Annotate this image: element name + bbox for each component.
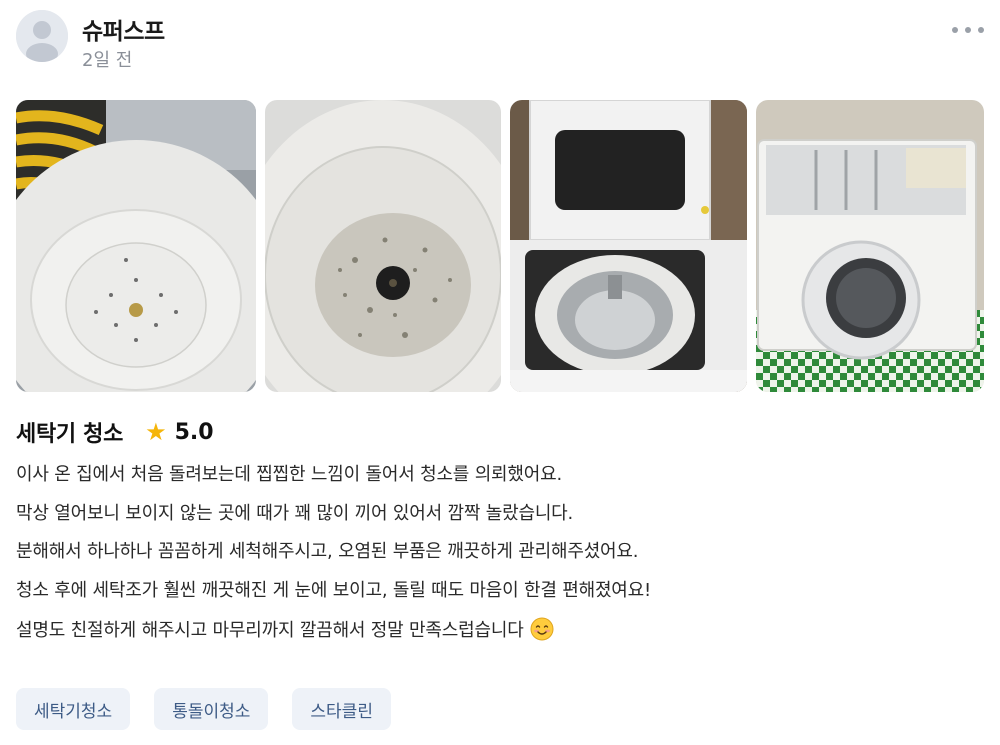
photo-2[interactable] <box>265 100 501 392</box>
post-header: 슈퍼스프 2일 전 <box>16 10 984 74</box>
tag-chip[interactable]: 스타클린 <box>292 688 391 730</box>
photo-gallery <box>16 100 984 392</box>
review-body: 이사 온 집에서 처음 돌려보는데 찝찝한 느낌이 돌어서 청소를 의뢰했어요.… <box>16 463 976 658</box>
review-title-row: 세탁기 청소 ★ 5.0 <box>16 414 214 450</box>
review-paragraph: 청소 후에 세탁조가 훨씬 깨끗해진 게 눈에 보이고, 돌릴 때도 마음이 한… <box>16 579 652 601</box>
more-horizontal-icon <box>978 27 984 33</box>
tag-chip[interactable]: 세탁기청소 <box>16 688 131 730</box>
user-avatar-icon[interactable] <box>16 10 68 62</box>
photo-3[interactable] <box>510 100 747 392</box>
smiling-face-icon <box>530 617 554 641</box>
rating-value: 5.0 <box>174 419 214 445</box>
review-paragraph: 막상 열어보니 보이지 않는 곳에 때가 꽤 많이 끼어 있어서 깜짝 놀랐습니… <box>16 502 574 524</box>
photo-1[interactable] <box>16 100 256 392</box>
review-paragraph: 이사 온 집에서 처음 돌려보는데 찝찝한 느낌이 돌어서 청소를 의뢰했어요. <box>16 464 563 485</box>
post-time: 2일 전 <box>82 50 133 71</box>
more-horizontal-icon <box>952 27 958 33</box>
review-paragraph: 분해해서 하나하나 꼼꼼하게 세척해주시고, 오염된 부품은 깨끗하게 관리해주… <box>16 541 639 563</box>
more-options-button[interactable] <box>952 18 984 42</box>
more-horizontal-icon <box>965 27 971 33</box>
review-paragraph-last: 설명도 친절하게 해주시고 마무리까지 깔끔해서 정말 만족스럽습니다 <box>16 617 976 643</box>
star-icon: ★ <box>145 418 167 446</box>
tag-chip[interactable]: 통돌이청소 <box>154 688 269 730</box>
photo-4[interactable] <box>756 100 984 392</box>
review-title: 세탁기 청소 <box>16 422 124 447</box>
review-paragraph: 설명도 친절하게 해주시고 마무리까지 깔끔해서 정말 만족스럽습니다 <box>16 620 524 642</box>
author-name[interactable]: 슈퍼스프 <box>82 12 165 46</box>
tag-list: 세탁기청소 통돌이청소 스타클린 <box>16 688 415 730</box>
